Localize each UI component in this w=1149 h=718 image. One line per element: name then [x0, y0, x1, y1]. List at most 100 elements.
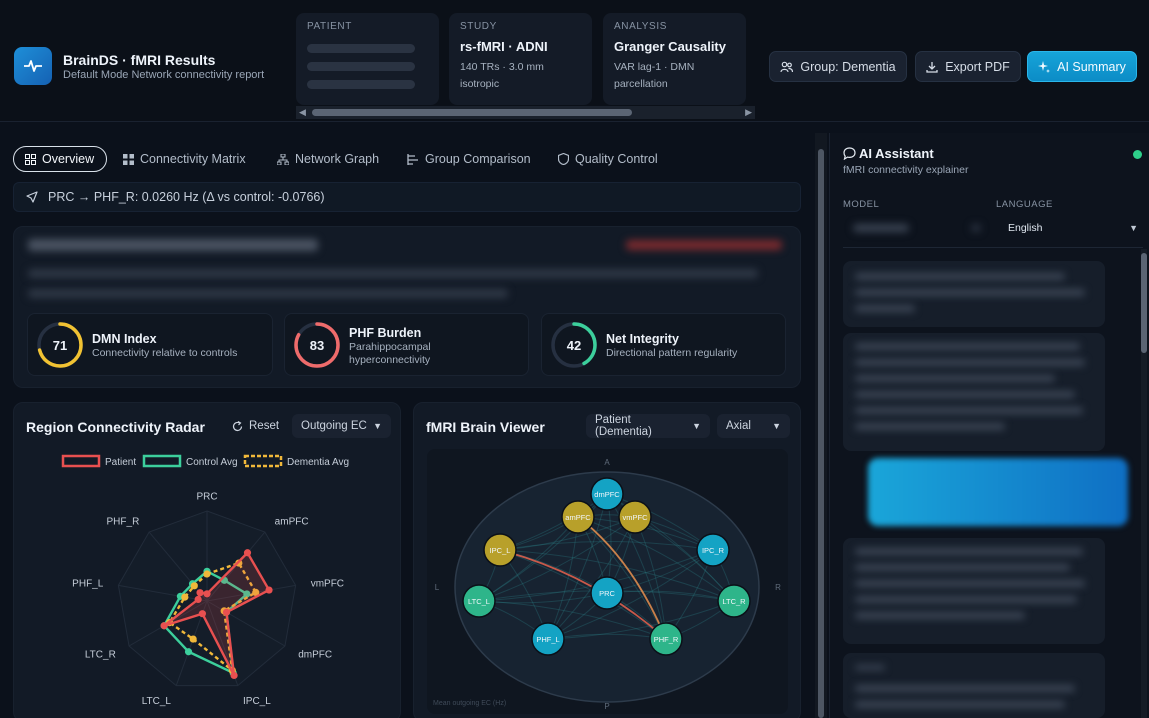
orient-left: L — [435, 583, 440, 592]
path-readout-text: PRC → PHF_R: 0.0260 Hz (Δ vs control: -0… — [48, 190, 325, 204]
assistant-subtitle: fMRI connectivity explainer — [843, 164, 969, 176]
metric-value: 71 — [52, 337, 68, 353]
chevron-down-icon: ▼ — [1129, 223, 1138, 233]
legend-swatch — [142, 454, 182, 468]
cards-scrollbar[interactable]: ◀ ▶ — [296, 106, 755, 119]
tab-group-comparison[interactable]: Group Comparison — [407, 146, 531, 172]
ai-summary-button[interactable]: AI Summary — [1027, 51, 1137, 82]
patient-series-point[interactable] — [203, 590, 211, 598]
chat-scrollbar[interactable] — [1141, 249, 1147, 718]
tab-quality-control[interactable]: Quality Control — [558, 146, 658, 172]
legend-label: Patient — [105, 457, 136, 468]
study-line2: isotropic — [460, 78, 500, 90]
control-avg-series-point[interactable] — [184, 648, 193, 656]
tab-label: Overview — [42, 152, 95, 166]
scroll-right-icon[interactable]: ▶ — [745, 107, 752, 118]
export-pdf-button[interactable]: Export PDF — [915, 51, 1021, 82]
study-card[interactable]: STUDY rs-fMRI · ADNI 140 TRs · 3.0 mm is… — [449, 13, 592, 105]
legend-swatch — [243, 454, 283, 468]
scrollbar-thumb[interactable] — [312, 109, 632, 116]
tab-connectivity-matrix[interactable]: Connectivity Matrix — [123, 146, 246, 172]
brain-node[interactable]: LTC_R — [717, 584, 751, 618]
brain-node[interactable]: dmPFC — [590, 477, 624, 511]
radar-axis-label: PRC — [196, 492, 217, 503]
dementia-avg-series-point[interactable] — [203, 570, 211, 578]
brain-node[interactable]: amPFC — [561, 500, 595, 534]
patient-series-point[interactable] — [243, 549, 252, 557]
subject-value: Patient (Dementia) — [595, 414, 652, 438]
subject-select[interactable]: Patient (Dementia) ▼ — [586, 414, 710, 438]
assistant-message — [843, 538, 1105, 644]
patient-series-point[interactable] — [194, 595, 202, 604]
legend-label: Control Avg — [186, 457, 238, 468]
radar-axis-label: LTC_R — [85, 650, 116, 661]
patient-series-point[interactable] — [230, 671, 238, 680]
metric-card-dmn[interactable]: 71 DMN Index Connectivity relative to co… — [27, 313, 273, 376]
scroll-left-icon[interactable]: ◀ — [299, 107, 306, 118]
patient-series-point[interactable] — [160, 622, 168, 630]
brain-node[interactable]: IPC_R — [696, 533, 730, 567]
brain-node-label: PRC — [599, 589, 615, 598]
blurred-text-line — [28, 289, 508, 298]
brain-node[interactable]: LTC_L — [462, 584, 496, 618]
scrollbar-thumb[interactable] — [818, 149, 824, 718]
export-pdf-label: Export PDF — [945, 59, 1010, 74]
study-line1: 140 TRs · 3.0 mm — [460, 61, 544, 73]
path-readout-bar: PRC → PHF_R: 0.0260 Hz (Δ vs control: -0… — [13, 182, 801, 212]
brain-node[interactable]: PHF_R — [649, 622, 683, 656]
shield-icon — [558, 153, 569, 165]
reset-icon — [232, 420, 243, 431]
tab-label: Group Comparison — [425, 152, 531, 166]
tab-network-graph[interactable]: Network Graph — [277, 146, 379, 172]
group-button[interactable]: Group: Dementia — [769, 51, 907, 82]
patient-series-point[interactable] — [198, 610, 206, 618]
brain-node-label: PHF_R — [654, 635, 679, 644]
metric-card-phf[interactable]: 83 PHF Burden Parahippocampal hyperconne… — [284, 313, 529, 376]
radar-chart: Patient Control Avg Dementia Avg PRC amPFC v… — [61, 454, 349, 707]
brain-node[interactable]: PRC — [590, 576, 624, 610]
patient-card[interactable]: PATIENT — [296, 13, 439, 105]
brain-node-label: IPC_R — [702, 546, 725, 555]
radar-axis-label: PHF_L — [72, 579, 104, 590]
model-select[interactable] — [843, 217, 988, 239]
main-scrollbar[interactable] — [815, 133, 827, 718]
plane-value: Axial — [726, 420, 751, 432]
dementia-avg-series-point[interactable] — [190, 582, 198, 590]
brain-node[interactable]: IPC_L — [483, 533, 517, 567]
brain-node[interactable]: vmPFC — [618, 500, 652, 534]
brain-graph[interactable]: dmPFC amPFC vmPFC IPC_L IPC_R PRC LTC_L LTC_R PH… — [427, 449, 788, 714]
brain-canvas[interactable]: dmPFC amPFC vmPFC IPC_L IPC_R PRC LTC_L LTC_R PH… — [427, 449, 788, 714]
brain-node-label: PHF_L — [536, 635, 559, 644]
radar-axis-label: IPC_L — [243, 696, 271, 707]
dementia-avg-series-point[interactable] — [189, 635, 197, 643]
analysis-card[interactable]: ANALYSIS Granger Causality VAR lag-1 · D… — [603, 13, 746, 105]
user-message — [868, 458, 1128, 526]
dementia-avg-series-point[interactable] — [181, 593, 189, 601]
assistant-message — [843, 333, 1105, 451]
radar-axis-label: amPFC — [275, 516, 309, 527]
radar-mode-select[interactable]: Outgoing EC ▼ — [292, 414, 391, 438]
assistant-message — [843, 653, 1105, 718]
legend-label: Dementia Avg — [287, 457, 349, 468]
blurred-badge — [626, 240, 782, 250]
brain-node[interactable]: PHF_L — [531, 622, 565, 656]
study-caption: STUDY — [460, 21, 497, 32]
brain-node-label: LTC_L — [468, 597, 490, 606]
language-select[interactable]: English ▼ — [996, 217, 1144, 239]
radar-axis-label: dmPFC — [298, 650, 332, 661]
plane-select[interactable]: Axial ▼ — [717, 414, 790, 438]
chat-icon — [843, 147, 856, 160]
patient-series-point[interactable] — [196, 589, 204, 597]
patient-series-point[interactable] — [222, 608, 231, 616]
skeleton-line — [307, 44, 415, 53]
reset-button[interactable]: Reset — [232, 414, 279, 438]
users-icon — [780, 61, 794, 72]
online-status-dot — [1133, 150, 1142, 159]
patient-series-point[interactable] — [265, 586, 273, 594]
patient-caption: PATIENT — [307, 21, 352, 32]
assistant-message — [843, 261, 1105, 327]
metric-card-integrity[interactable]: 42 Net Integrity Directional pattern reg… — [541, 313, 786, 376]
scrollbar-thumb[interactable] — [1141, 253, 1147, 353]
chevron-down-icon: ▼ — [772, 421, 781, 431]
tab-overview[interactable]: Overview — [13, 146, 107, 172]
